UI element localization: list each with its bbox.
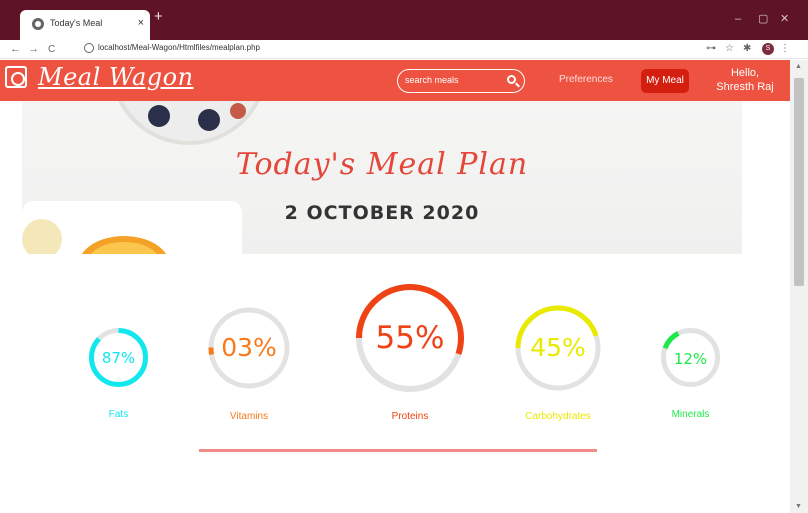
maximize-button[interactable]: ▢ bbox=[758, 13, 768, 25]
extensions-icon[interactable]: ✱ bbox=[743, 42, 751, 56]
nav-preferences[interactable]: Preferences bbox=[559, 74, 613, 85]
proteins-percent: 55% bbox=[375, 320, 445, 356]
logo-icon[interactable] bbox=[5, 66, 27, 88]
carbohydrates-label: Carbohydrates bbox=[525, 411, 591, 422]
raspberry-image bbox=[230, 103, 246, 119]
close-window-button[interactable]: ✕ bbox=[780, 13, 789, 25]
tab-title: Today's Meal bbox=[50, 18, 103, 28]
meal-plan-banner: Today's Meal Plan 2 OCTOBER 2020 bbox=[22, 101, 742, 254]
user-greeting[interactable]: Hello, Shresth Raj bbox=[700, 66, 790, 94]
key-icon[interactable]: ⊶ bbox=[706, 42, 716, 56]
proteins-label: Proteins bbox=[391, 411, 429, 422]
search-box[interactable]: search meals bbox=[397, 69, 525, 93]
browser-tab-strip: Today's Meal × + – ▢ ✕ bbox=[0, 0, 808, 40]
search-icon[interactable] bbox=[507, 75, 516, 84]
search-input[interactable]: search meals bbox=[405, 75, 459, 85]
tab-close-icon[interactable]: × bbox=[138, 16, 144, 30]
carbohydrates-gauge: 45% bbox=[514, 304, 602, 392]
blueberry-image bbox=[198, 109, 220, 131]
banana-image bbox=[22, 219, 62, 254]
back-icon[interactable]: ← bbox=[10, 42, 21, 56]
blueberry-image bbox=[148, 105, 170, 127]
minerals-gauge: 12% bbox=[660, 327, 721, 388]
fats-gauge: 87% bbox=[88, 327, 149, 388]
globe-icon bbox=[32, 18, 44, 30]
brand-name[interactable]: Meal Wagon bbox=[38, 63, 194, 91]
address-bar: ← → C localhost/Meal-Wagon/Htmlfiles/mea… bbox=[0, 40, 808, 59]
info-icon[interactable] bbox=[84, 43, 94, 53]
fats-label: Fats bbox=[108, 409, 129, 420]
section-divider bbox=[199, 449, 597, 452]
browser-menu-icon[interactable]: ⋮ bbox=[780, 42, 790, 56]
minerals-percent: 12% bbox=[673, 350, 708, 368]
profile-avatar[interactable]: S bbox=[762, 43, 774, 55]
scroll-thumb[interactable] bbox=[794, 78, 804, 286]
vitamins-label: Vitamins bbox=[229, 411, 269, 422]
new-tab-button[interactable]: + bbox=[154, 9, 163, 25]
site-header: Meal Wagon search meals Preferences My M… bbox=[0, 60, 790, 101]
vitamins-gauge: 03% bbox=[207, 306, 291, 390]
fats-percent: 87% bbox=[101, 349, 136, 367]
minimize-button[interactable]: – bbox=[735, 13, 741, 25]
page-title: Today's Meal Plan bbox=[235, 147, 529, 182]
scroll-down-icon[interactable]: ▼ bbox=[795, 503, 802, 510]
meal-date: 2 OCTOBER 2020 bbox=[284, 202, 480, 224]
url-field[interactable]: localhost/Meal-Wagon/Htmlfiles/mealplan.… bbox=[98, 43, 260, 52]
proteins-gauge: 55% bbox=[354, 282, 466, 394]
bookmark-star-icon[interactable]: ☆ bbox=[725, 42, 734, 56]
page-scrollbar[interactable]: ▲ ▼ bbox=[790, 60, 808, 513]
forward-icon[interactable]: → bbox=[28, 42, 39, 56]
greeting-line: Hello, bbox=[730, 67, 760, 79]
reload-icon[interactable]: C bbox=[48, 43, 55, 57]
browser-tab[interactable]: Today's Meal × bbox=[20, 10, 150, 40]
scroll-up-icon[interactable]: ▲ bbox=[795, 63, 802, 70]
my-meal-button[interactable]: My Meal bbox=[641, 69, 689, 93]
carbohydrates-percent: 45% bbox=[530, 333, 586, 362]
minerals-label: Minerals bbox=[671, 409, 710, 420]
vitamins-percent: 03% bbox=[221, 333, 277, 362]
user-name: Shresth Raj bbox=[716, 81, 774, 93]
